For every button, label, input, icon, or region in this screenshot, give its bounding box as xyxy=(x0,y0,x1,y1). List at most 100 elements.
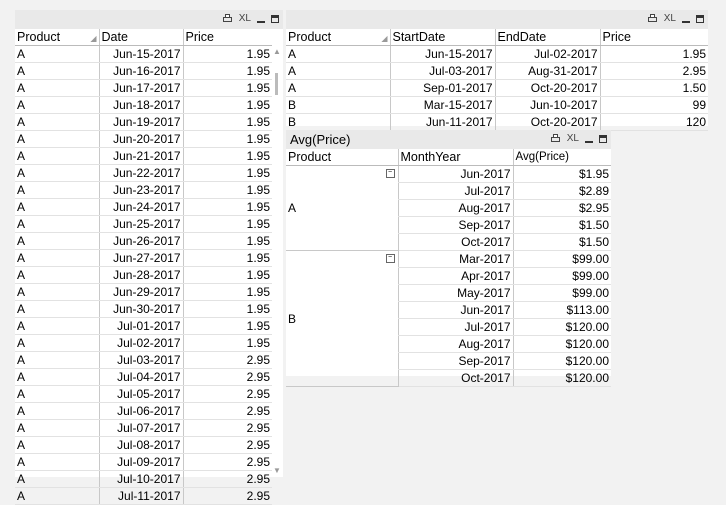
monthyear-cell[interactable]: Oct-2017 xyxy=(397,369,513,387)
price-cell[interactable]: 1.95 xyxy=(182,215,272,233)
collapse-toggle-icon[interactable]: − xyxy=(385,169,395,178)
product-cell[interactable]: A xyxy=(15,62,99,80)
column-header-product[interactable]: Product xyxy=(286,149,398,166)
date-cell[interactable]: Jul-02-2017 xyxy=(98,334,183,352)
price-cell[interactable]: 1.50 xyxy=(599,79,708,97)
monthyear-cell[interactable]: Aug-2017 xyxy=(397,335,513,353)
table-row[interactable]: A Jun-30-2017 1.95 xyxy=(15,300,272,318)
table-row[interactable]: A Jun-25-2017 1.95 xyxy=(15,215,272,233)
vertical-scrollbar[interactable]: ▲ ▼ xyxy=(272,45,283,477)
product-cell[interactable]: A xyxy=(15,266,99,284)
product-cell[interactable]: A xyxy=(286,45,390,63)
date-cell[interactable]: Jun-20-2017 xyxy=(98,130,183,148)
table-row[interactable]: A Sep-01-2017 Oct-20-2017 1.50 xyxy=(286,79,708,97)
table-row[interactable]: A Jun-15-2017 Jul-02-2017 1.95 xyxy=(286,45,708,63)
maximize-icon[interactable] xyxy=(271,15,279,23)
product-cell[interactable]: A xyxy=(15,79,99,97)
price-cell[interactable]: 1.95 xyxy=(182,147,272,165)
table-row[interactable]: A Jun-23-2017 1.95 xyxy=(15,181,272,199)
product-cell[interactable]: B xyxy=(286,113,390,131)
sort-arrow-icon[interactable]: ◢ xyxy=(90,34,96,43)
table-row[interactable]: A Jun-29-2017 1.95 xyxy=(15,283,272,301)
enddate-cell[interactable]: Oct-20-2017 xyxy=(494,79,600,97)
date-cell[interactable]: Jun-29-2017 xyxy=(98,283,183,301)
price-cell[interactable]: 1.95 xyxy=(599,45,708,63)
table-row[interactable]: A Jun-19-2017 1.95 xyxy=(15,113,272,131)
pivot-row[interactable]: − B Mar-2017 $99.00 xyxy=(286,250,611,387)
pivot-row[interactable]: − A Jun-2017 $1.95 xyxy=(286,165,611,251)
table-row[interactable]: A Jul-01-2017 1.95 xyxy=(15,317,272,335)
date-cell[interactable]: Jun-15-2017 xyxy=(98,45,183,63)
startdate-cell[interactable]: Jun-15-2017 xyxy=(389,45,495,63)
avg-price-cell[interactable]: $113.00 xyxy=(512,301,611,319)
price-cell[interactable]: 1.95 xyxy=(182,334,272,352)
monthyear-cell[interactable]: Sep-2017 xyxy=(397,352,513,370)
date-cell[interactable]: Jun-26-2017 xyxy=(98,232,183,250)
date-cell[interactable]: Jun-30-2017 xyxy=(98,300,183,318)
xl-export-icon[interactable]: XL xyxy=(567,133,579,145)
table-row[interactable]: A Jul-03-2017 2.95 xyxy=(15,351,272,369)
avg-price-cell[interactable]: $1.50 xyxy=(512,233,611,251)
date-cell[interactable]: Jun-24-2017 xyxy=(98,198,183,216)
minimize-icon[interactable] xyxy=(257,21,265,23)
column-header-price[interactable]: Price xyxy=(182,29,272,46)
maximize-icon[interactable] xyxy=(696,15,704,23)
product-cell[interactable]: A xyxy=(15,96,99,114)
product-group-cell[interactable]: − A xyxy=(286,165,398,251)
minimize-icon[interactable] xyxy=(682,21,690,23)
product-cell[interactable]: A xyxy=(15,232,99,250)
table-row[interactable]: A Jun-22-2017 1.95 xyxy=(15,164,272,182)
product-cell[interactable]: A xyxy=(15,487,99,505)
price-cell[interactable]: 1.95 xyxy=(182,45,272,63)
price-cell[interactable]: 1.95 xyxy=(182,96,272,114)
scroll-up-icon[interactable]: ▲ xyxy=(273,47,281,56)
price-cell[interactable]: 1.95 xyxy=(182,79,272,97)
price-cell[interactable]: 2.95 xyxy=(182,368,272,386)
monthyear-cell[interactable]: Oct-2017 xyxy=(397,233,513,251)
date-cell[interactable]: Jun-21-2017 xyxy=(98,147,183,165)
product-cell[interactable]: A xyxy=(15,249,99,267)
avg-price-cell[interactable]: $120.00 xyxy=(512,335,611,353)
table-row[interactable]: B Jun-11-2017 Oct-20-2017 120 xyxy=(286,113,708,131)
product-cell[interactable]: A xyxy=(15,334,99,352)
price-cell[interactable]: 2.95 xyxy=(182,385,272,403)
product-cell[interactable]: A xyxy=(15,470,99,488)
maximize-icon[interactable] xyxy=(599,135,607,143)
date-cell[interactable]: Jul-08-2017 xyxy=(98,436,183,454)
avg-price-cell[interactable]: $99.00 xyxy=(512,267,611,285)
date-cell[interactable]: Jul-11-2017 xyxy=(98,487,183,505)
product-cell[interactable]: A xyxy=(15,198,99,216)
table-row[interactable]: A Jul-02-2017 1.95 xyxy=(15,334,272,352)
date-cell[interactable]: Jun-18-2017 xyxy=(98,96,183,114)
monthyear-cell[interactable]: Mar-2017 xyxy=(397,250,513,268)
table-row[interactable]: A Jun-24-2017 1.95 xyxy=(15,198,272,216)
avg-price-cell[interactable]: $120.00 xyxy=(512,318,611,336)
product-cell[interactable]: A xyxy=(15,283,99,301)
price-cell[interactable]: 1.95 xyxy=(182,283,272,301)
date-cell[interactable]: Jun-28-2017 xyxy=(98,266,183,284)
price-cell[interactable]: 1.95 xyxy=(182,317,272,335)
xl-export-icon[interactable]: XL xyxy=(664,13,676,25)
product-cell[interactable]: A xyxy=(15,385,99,403)
monthyear-cell[interactable]: Sep-2017 xyxy=(397,216,513,234)
table-row[interactable]: A Jul-05-2017 2.95 xyxy=(15,385,272,403)
date-cell[interactable]: Jul-01-2017 xyxy=(98,317,183,335)
print-icon[interactable] xyxy=(647,14,658,24)
avg-price-cell[interactable]: $2.95 xyxy=(512,199,611,217)
xl-export-icon[interactable]: XL xyxy=(239,13,251,25)
date-cell[interactable]: Jul-09-2017 xyxy=(98,453,183,471)
monthyear-cell[interactable]: Jun-2017 xyxy=(397,165,513,183)
table-row[interactable]: A Jun-15-2017 1.95 xyxy=(15,45,272,63)
monthyear-cell[interactable]: Apr-2017 xyxy=(397,267,513,285)
price-cell[interactable]: 1.95 xyxy=(182,266,272,284)
date-cell[interactable]: Jun-16-2017 xyxy=(98,62,183,80)
table-row[interactable]: A Jul-06-2017 2.95 xyxy=(15,402,272,420)
monthyear-cell[interactable]: Jul-2017 xyxy=(397,182,513,200)
collapse-toggle-icon[interactable]: − xyxy=(385,254,395,263)
product-cell[interactable]: A xyxy=(15,113,99,131)
product-cell[interactable]: A xyxy=(15,453,99,471)
price-cell[interactable]: 2.95 xyxy=(182,419,272,437)
date-cell[interactable]: Jun-23-2017 xyxy=(98,181,183,199)
enddate-cell[interactable]: Oct-20-2017 xyxy=(494,113,600,131)
date-cell[interactable]: Jul-04-2017 xyxy=(98,368,183,386)
